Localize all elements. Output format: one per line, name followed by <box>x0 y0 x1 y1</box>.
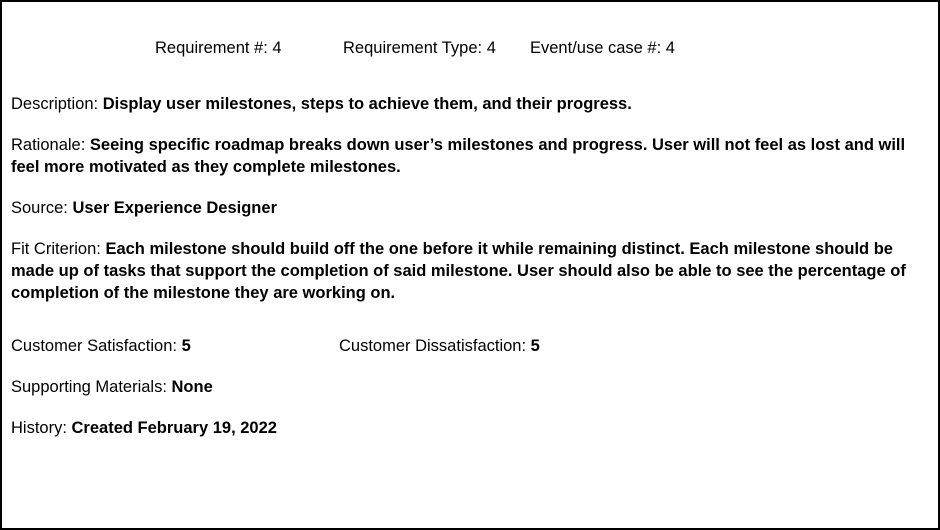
customer-dissatisfaction-value: 5 <box>530 337 540 355</box>
supporting-materials-value: None <box>171 378 213 396</box>
fit-criterion-field: Fit Criterion: Each milestone should bui… <box>11 238 916 304</box>
requirement-type: Requirement Type: 4 <box>343 37 496 59</box>
source-value: User Experience Designer <box>72 199 277 217</box>
requirement-number-value: 4 <box>272 39 282 57</box>
rationale-label: Rationale: <box>11 136 86 154</box>
history-label: History: <box>11 419 67 437</box>
customer-dissatisfaction-label: Customer Dissatisfaction: <box>339 337 527 355</box>
fit-criterion-label: Fit Criterion: <box>11 240 101 258</box>
description-label: Description: <box>11 95 99 113</box>
requirement-number: Requirement #: 4 <box>155 37 282 59</box>
customer-satisfaction-value: 5 <box>181 337 191 355</box>
history-field: History: Created February 19, 2022 <box>11 417 277 439</box>
customer-satisfaction-field: Customer Satisfaction: 5 <box>11 335 191 357</box>
source-field: Source: User Experience Designer <box>11 197 916 219</box>
description-field: Description: Display user milestones, st… <box>11 93 916 115</box>
rationale-field: Rationale: Seeing specific roadmap break… <box>11 134 916 178</box>
event-use-case-label: Event/use case #: <box>530 39 662 57</box>
requirement-type-value: 4 <box>486 39 496 57</box>
requirement-number-label: Requirement #: <box>155 39 268 57</box>
history-value: Created February 19, 2022 <box>71 419 277 437</box>
source-label: Source: <box>11 199 68 217</box>
customer-dissatisfaction-field: Customer Dissatisfaction: 5 <box>339 335 540 357</box>
event-use-case: Event/use case #: 4 <box>530 37 675 59</box>
supporting-materials-field: Supporting Materials: None <box>11 376 213 398</box>
rationale-value: Seeing specific roadmap breaks down user… <box>11 136 906 176</box>
requirement-card: Requirement #: 4 Requirement Type: 4 Eve… <box>0 0 940 530</box>
description-value: Display user milestones, steps to achiev… <box>102 95 632 113</box>
fit-criterion-value: Each milestone should build off the one … <box>11 240 906 302</box>
supporting-materials-label: Supporting Materials: <box>11 378 167 396</box>
customer-satisfaction-label: Customer Satisfaction: <box>11 337 177 355</box>
event-use-case-value: 4 <box>665 39 675 57</box>
requirement-type-label: Requirement Type: <box>343 39 483 57</box>
